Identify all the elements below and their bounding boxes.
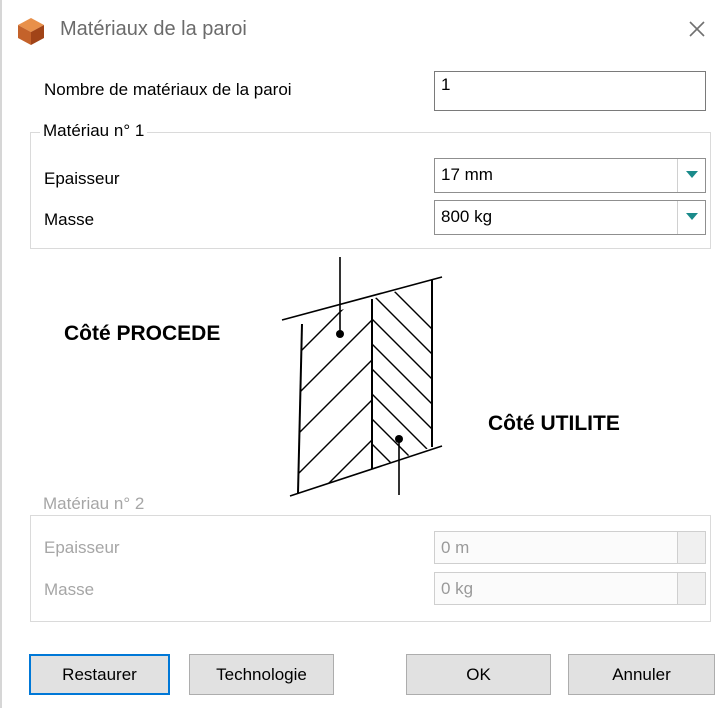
chevron-down-icon[interactable]: [677, 201, 705, 234]
material-1-mass-value: 800 kg: [441, 207, 493, 226]
material-2-mass-value: 0 kg: [441, 579, 474, 598]
material-1-thickness-select[interactable]: 17 mm: [434, 158, 706, 193]
technology-button[interactable]: Technologie: [189, 654, 334, 695]
close-icon[interactable]: [682, 14, 712, 44]
material-2-thickness-select: 0 m: [434, 531, 706, 564]
material-count-input[interactable]: 1: [434, 71, 706, 111]
utility-side-label: Côté UTILITE: [488, 412, 620, 435]
dropdown-button-disabled: [677, 532, 705, 563]
material-1-legend: Matériau n° 1: [40, 121, 148, 141]
material-2-thickness-value: 0 m: [441, 538, 470, 557]
wall-cross-section-diagram: [281, 257, 443, 497]
restore-button[interactable]: Restaurer: [29, 654, 170, 695]
material-1-thickness-label: Epaisseur: [44, 169, 120, 188]
dropdown-button-disabled: [677, 573, 705, 604]
cube-icon: [18, 18, 44, 45]
cancel-button[interactable]: Annuler: [568, 654, 715, 695]
material-1-mass-select[interactable]: 800 kg: [434, 200, 706, 235]
process-side-label: Côté PROCEDE: [64, 322, 221, 345]
title-bar: Matériaux de la paroi: [0, 0, 721, 62]
ok-button[interactable]: OK: [406, 654, 551, 695]
material-2-mass-select: 0 kg: [434, 572, 706, 605]
material-1-thickness-value: 17 mm: [441, 165, 493, 184]
material-1-mass-label: Masse: [44, 210, 95, 229]
material-count-label: Nombre de matériaux de la paroi: [44, 80, 292, 99]
material-2-legend: Matériau n° 2: [40, 494, 148, 514]
material-2-thickness-label: Epaisseur: [44, 538, 120, 557]
chevron-down-icon[interactable]: [677, 159, 705, 192]
material-2-mass-label: Masse: [44, 580, 95, 599]
window-edge: [0, 0, 2, 708]
window-title: Matériaux de la paroi: [60, 18, 247, 40]
